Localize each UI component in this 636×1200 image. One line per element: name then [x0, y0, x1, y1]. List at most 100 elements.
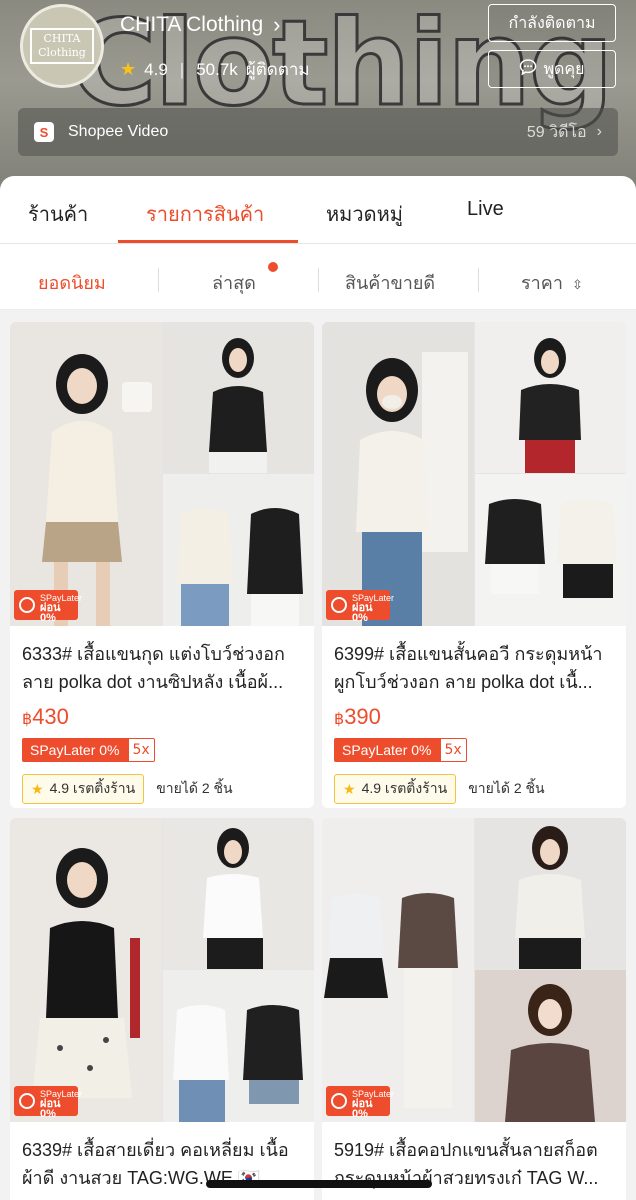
product-meta: ★ 4.9 เรตติ้งร้าน ขายได้ 2 ชิ้น: [22, 774, 302, 804]
star-icon: ★: [120, 59, 137, 79]
shop-content-panel: ร้านค้า รายการสินค้า หมวดหมู่ Live ยอดนิ…: [0, 176, 636, 1200]
video-count: 59 วิดีโอ: [526, 123, 587, 141]
shop-rating-badge: ★ 4.9 เรตติ้งร้าน: [22, 774, 145, 804]
product-photo-main: [322, 322, 474, 626]
price-value: 430: [32, 704, 69, 729]
product-image: SPayLater ผ่อน 0%: [10, 322, 314, 626]
rating-label: 4.9 เรตติ้งร้าน: [49, 780, 136, 796]
avatar-logo: CHITA Clothing: [30, 28, 94, 64]
follower-count: 50.7k: [196, 59, 238, 79]
promo-label: SPayLater 0%: [22, 738, 128, 762]
price-value: 390: [344, 704, 381, 729]
sort-price[interactable]: ราคา ⇳: [521, 268, 583, 297]
product-card[interactable]: SPayLater ผ่อน 0% 5919# เสื้อคอปกแขนสั้น…: [322, 818, 626, 1200]
currency-symbol: ฿: [22, 711, 33, 728]
sort-arrows-icon: ⇳: [571, 277, 583, 292]
badge-line-2: ผ่อน 0%: [352, 602, 373, 624]
spaylater-badge: SPayLater ผ่อน 0%: [326, 1086, 394, 1120]
product-photo-main: [10, 818, 162, 1122]
shop-name-link[interactable]: CHITA Clothing ›: [120, 12, 281, 38]
product-title: 6333# เสื้อแขนกุด แต่งโบว์ช่วงอก ลาย pol…: [22, 644, 285, 692]
shopee-video-bar[interactable]: S Shopee Video 59 วิดีโอ ›: [18, 108, 618, 156]
sort-latest[interactable]: ล่าสุด: [212, 268, 256, 297]
promo-multiplier: 5x: [127, 738, 155, 762]
tab-categories[interactable]: หมวดหมู่: [326, 198, 403, 230]
product-photo-flatlay: [163, 474, 314, 626]
badge-line-2: ผ่อน 0%: [40, 602, 61, 624]
promo-tag: SPayLater 0% 5x: [22, 738, 302, 762]
product-photo-flatlay: [163, 970, 314, 1122]
product-photo-detail: [163, 322, 314, 473]
badge-line-2: ผ่อน 0%: [352, 1098, 373, 1120]
chat-bubble-icon: [519, 58, 537, 81]
tab-products[interactable]: รายการสินค้า: [146, 198, 264, 230]
sold-count: ขายได้ 2 ชิ้น: [156, 780, 233, 796]
product-price: ฿430: [10, 700, 314, 730]
product-photo-flatlay: [475, 474, 626, 626]
follower-label: ผู้ติดตาม: [245, 60, 310, 79]
spaylater-badge: SPayLater ผ่อน 0%: [326, 590, 394, 624]
product-price: ฿430: [322, 1196, 626, 1200]
tab-live[interactable]: Live: [467, 198, 504, 221]
shop-name: CHITA Clothing: [120, 13, 264, 36]
active-tab-indicator: [118, 240, 298, 243]
shop-stats: ★ 4.9 | 50.7k ผู้ติดตาม: [120, 56, 310, 83]
chat-label: พูดคุย: [543, 60, 585, 78]
product-photo-main: [322, 818, 474, 1122]
following-button[interactable]: กำลังติดตาม: [488, 4, 616, 42]
product-price: ฿430: [10, 1196, 314, 1200]
product-card[interactable]: SPayLater ผ่อน 0% 6333# เสื้อแขนกุด แต่ง…: [10, 322, 314, 808]
star-icon: ★: [343, 780, 356, 797]
sort-price-label: ราคา: [521, 273, 563, 293]
currency-symbol: ฿: [334, 711, 345, 728]
chevron-right-icon: ›: [273, 12, 281, 37]
avatar-text-2: Clothing: [38, 46, 86, 59]
sort-divider: [318, 268, 319, 292]
clock-icon: [19, 597, 35, 613]
shopee-video-icon: S: [34, 122, 54, 142]
sort-bar: ยอดนิยม ล่าสุด สินค้าขายดี ราคา ⇳: [0, 244, 636, 310]
product-meta: ★ 4.9 เรตติ้งร้าน ขายได้ 2 ชิ้น: [334, 774, 614, 804]
sort-bestseller[interactable]: สินค้าขายดี: [345, 268, 435, 297]
badge-line-2: ผ่อน 0%: [40, 1098, 61, 1120]
video-label: Shopee Video: [68, 123, 169, 140]
shop-avatar[interactable]: CHITA Clothing: [20, 4, 104, 88]
chevron-right-icon: ›: [596, 123, 602, 140]
product-photo-flatlay: [475, 970, 626, 1122]
product-price: ฿390: [322, 700, 626, 730]
product-photo-detail: [475, 818, 626, 969]
tab-shop[interactable]: ร้านค้า: [28, 198, 88, 230]
spaylater-badge: SPayLater ผ่อน 0%: [14, 1086, 82, 1120]
clock-icon: [331, 1093, 347, 1109]
sort-divider: [478, 268, 479, 292]
shop-tabs: ร้านค้า รายการสินค้า หมวดหมู่ Live: [0, 176, 636, 244]
chat-button[interactable]: พูดคุย: [488, 50, 616, 88]
product-image: SPayLater ผ่อน 0%: [10, 818, 314, 1122]
shop-header: Clothing CHITA Clothing CHITA Clothing ›…: [0, 0, 636, 200]
rating-label: 4.9 เรตติ้งร้าน: [361, 780, 448, 796]
video-count-wrap: 59 วิดีโอ ›: [527, 120, 602, 145]
new-dot-indicator: [268, 262, 278, 272]
product-image: SPayLater ผ่อน 0%: [322, 322, 626, 626]
product-title: 6399# เสื้อแขนสั้นคอวี กระดุมหน้า ผูกโบว…: [334, 644, 603, 692]
promo-tag: SPayLater 0% 5x: [334, 738, 614, 762]
product-photo-detail: [475, 322, 626, 473]
promo-multiplier: 5x: [439, 738, 467, 762]
product-image: SPayLater ผ่อน 0%: [322, 818, 626, 1122]
promo-label: SPayLater 0%: [334, 738, 440, 762]
sold-count: ขายได้ 2 ชิ้น: [468, 780, 545, 796]
home-indicator[interactable]: [206, 1180, 432, 1188]
star-icon: ★: [31, 780, 44, 797]
stats-divider: |: [179, 59, 185, 79]
product-card[interactable]: SPayLater ผ่อน 0% 6339# เสื้อสายเดี่ยว ค…: [10, 818, 314, 1200]
shop-rating: 4.9: [144, 59, 168, 79]
product-card[interactable]: SPayLater ผ่อน 0% 6399# เสื้อแขนสั้นคอวี…: [322, 322, 626, 808]
avatar-text-1: CHITA: [43, 32, 81, 45]
sort-divider: [158, 268, 159, 292]
following-label: กำลังติดตาม: [508, 14, 596, 32]
product-photo-detail: [163, 818, 314, 969]
product-photo-main: [10, 322, 162, 626]
sort-popular[interactable]: ยอดนิยม: [38, 268, 106, 297]
clock-icon: [331, 597, 347, 613]
shop-rating-badge: ★ 4.9 เรตติ้งร้าน: [334, 774, 457, 804]
